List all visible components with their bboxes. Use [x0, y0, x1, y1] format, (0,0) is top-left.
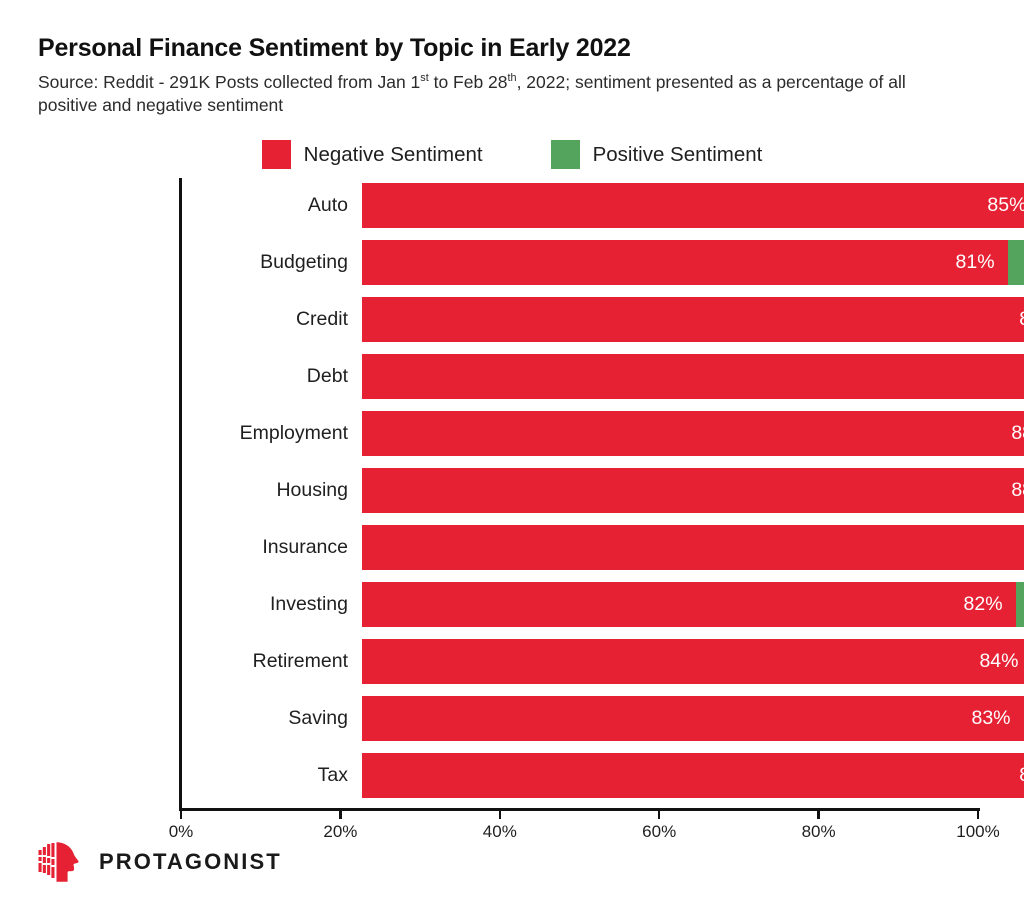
x-axis-tick-label: 100%	[956, 822, 1000, 841]
category-label: Employment	[239, 422, 348, 444]
bars-container: Auto85%15%Budgeting81%19%Credit89%11%Deb…	[181, 178, 1024, 808]
bar-row[interactable]: Retirement84%16%	[253, 639, 1024, 684]
x-axis-line	[179, 808, 980, 811]
bar-value-label: 82%	[963, 593, 1003, 615]
bar-value-label: 88%	[1011, 479, 1024, 501]
bar-value-label: 85%	[987, 194, 1024, 216]
bar-row[interactable]: Employment88%12%	[240, 411, 1024, 456]
x-axis-tick	[976, 810, 980, 819]
legend-label: Positive Sentiment	[592, 142, 763, 166]
chart-subtitle: Source: Reddit - 291K Posts collected fr…	[38, 71, 918, 118]
bar-row[interactable]: Insurance91%9%	[262, 525, 1024, 570]
bar-row[interactable]: Auto85%15%	[308, 183, 1024, 228]
bar-segment-negative[interactable]: 88%	[362, 468, 1024, 513]
subtitle-superscript-th: th	[507, 72, 517, 85]
bar-row[interactable]: Saving83%17%	[288, 696, 1024, 741]
chart-header: Personal Finance Sentiment by Topic in E…	[38, 34, 968, 118]
legend-color-swatch	[550, 140, 580, 169]
category-label: Housing	[276, 479, 348, 501]
bar-value-label: 89%	[1019, 308, 1024, 331]
bar-value-label: 88%	[1011, 422, 1024, 444]
x-axis-tick	[657, 810, 661, 819]
x-axis-tick	[339, 810, 342, 819]
x-axis-tick	[498, 810, 502, 819]
category-label: Insurance	[262, 536, 348, 558]
category-label: Budgeting	[260, 251, 348, 273]
category-label: Debt	[306, 365, 348, 387]
chart-plot-area: Auto85%15%Budgeting81%19%Credit89%11%Deb…	[0, 178, 1024, 841]
bar-segment-negative[interactable]: 84%	[362, 639, 1024, 684]
category-label: Retirement	[252, 650, 348, 672]
bar-segment-positive[interactable]: 18%	[1015, 582, 1024, 627]
bar-row[interactable]: Debt90%10%	[307, 354, 1024, 399]
bar-segment-negative[interactable]: 83%	[362, 696, 1024, 741]
category-label: Saving	[288, 707, 348, 729]
legend-label: Negative Sentiment	[303, 142, 483, 166]
bar-row[interactable]: Investing 82% 18%	[270, 582, 1024, 627]
bar-row[interactable]: Tax89%11%	[318, 753, 1024, 798]
bar-segment-negative[interactable]: 89%	[362, 297, 1024, 342]
category-label: Investing	[269, 593, 348, 615]
legend-item[interactable]: Negative Sentiment	[261, 140, 483, 169]
bar-row[interactable]: Credit89%11%	[296, 297, 1024, 342]
category-label: Tax	[317, 764, 348, 786]
bar-value-label: 83%	[971, 707, 1011, 729]
bar-value-label: 81%	[955, 251, 995, 273]
bar-segment-negative[interactable]: 89%	[362, 753, 1024, 798]
bar-segment-negative[interactable]: 82%	[362, 582, 1016, 627]
bar-row[interactable]: Budgeting 81% 19%	[260, 240, 1024, 285]
bar-value-label: 89%	[1019, 764, 1024, 787]
bar-segment-negative[interactable]: 91%	[362, 525, 1024, 570]
legend-item[interactable]: Positive Sentiment	[550, 140, 763, 169]
bar-segment-negative[interactable]: 85%	[362, 183, 1024, 228]
legend-color-swatch	[261, 140, 291, 169]
bar-segment-negative[interactable]: 88%	[362, 411, 1024, 456]
category-label: Credit	[295, 308, 348, 330]
brand-logo: PROTAGONIST	[36, 840, 282, 884]
bar-segment-positive[interactable]: 19%	[1007, 240, 1024, 285]
category-label: Auto	[307, 194, 348, 216]
x-axis-tick	[179, 810, 183, 819]
subtitle-superscript-st: st	[420, 72, 429, 85]
x-axis-tick-label: 60%	[642, 822, 677, 841]
bar-segment-negative[interactable]: 90%	[362, 354, 1024, 399]
bar-segment-negative[interactable]: 81%	[362, 240, 1008, 285]
chart-legend: Negative Sentiment Positive Sentiment	[0, 140, 1024, 169]
x-axis-tick-label: 20%	[323, 822, 358, 841]
bar-value-label: 84%	[979, 650, 1019, 672]
x-axis-tick-label: 80%	[801, 822, 836, 841]
x-axis-tick-label: 0%	[168, 822, 194, 841]
x-axis-tick	[817, 810, 820, 819]
x-axis-tick-label: 40%	[482, 822, 517, 841]
subtitle-text-2: to Feb 28	[428, 72, 508, 92]
brand-wordmark: PROTAGONIST	[99, 849, 282, 874]
page-title: Personal Finance Sentiment by Topic in E…	[38, 34, 631, 62]
bar-row[interactable]: Housing88%12%	[276, 468, 1024, 513]
protagonist-head-icon	[38, 842, 79, 882]
subtitle-text-1: Source: Reddit - 291K Posts collected fr…	[38, 72, 421, 92]
